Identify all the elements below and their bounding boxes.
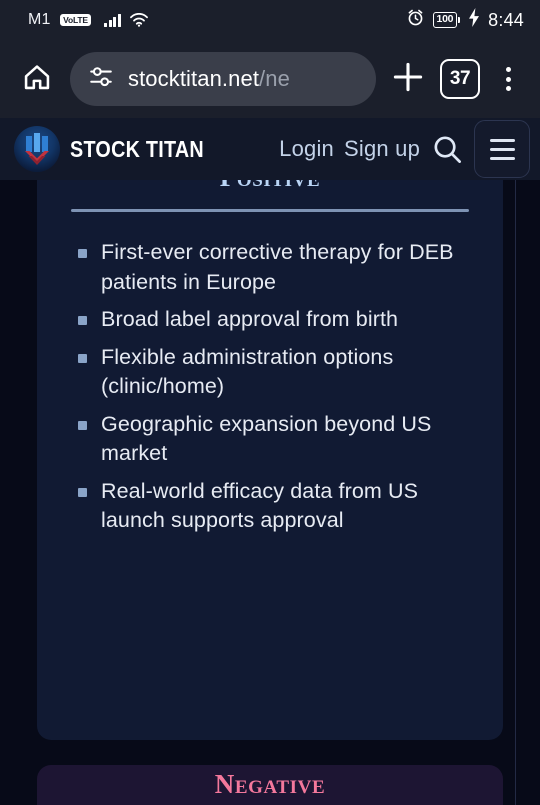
stock-titan-logo-icon[interactable] — [14, 126, 60, 172]
status-bar-right: 100 8:44 — [406, 8, 524, 32]
battery-level-label: 100 — [432, 12, 458, 28]
charging-bolt-icon — [468, 8, 480, 32]
phone-screen: M1 VoLTE 100 8:44 stocktitan.net/ne 37 S… — [0, 0, 540, 805]
battery-indicator: 100 — [432, 12, 461, 28]
list-item: First-ever corrective therapy for DEB pa… — [75, 238, 469, 297]
carrier-label: M1 — [28, 11, 51, 28]
hamburger-menu-icon — [489, 138, 515, 142]
positive-card-title: Positive — [37, 180, 503, 193]
search-button[interactable] — [430, 132, 464, 166]
url-path: /ne — [259, 66, 290, 91]
url-text: stocktitan.net/ne — [128, 66, 290, 92]
signup-link[interactable]: Sign up — [344, 136, 420, 162]
list-item: Real-world efficacy data from US launch … — [75, 477, 469, 536]
list-item: Flexible administration options (clinic/… — [75, 343, 469, 402]
volte-badge: VoLTE — [59, 13, 92, 27]
battery-tip — [458, 16, 461, 23]
status-bar: M1 VoLTE 100 8:44 — [0, 0, 540, 40]
sentiment-card-negative: Negative Launch timeline extends to Q2 2… — [37, 765, 503, 805]
browser-toolbar: stocktitan.net/ne 37 — [0, 40, 540, 118]
url-bar[interactable]: stocktitan.net/ne — [70, 52, 376, 106]
page-scrollbar[interactable] — [515, 180, 516, 805]
list-item: Broad label approval from birth — [75, 305, 469, 335]
wifi-icon — [129, 13, 148, 27]
positive-points-list: First-ever corrective therapy for DEB pa… — [37, 238, 503, 536]
tab-count-label: 37 — [449, 68, 471, 89]
signal-bars-icon — [104, 13, 121, 27]
home-button[interactable] — [14, 56, 60, 102]
site-menu-button[interactable] — [474, 120, 530, 178]
browser-overflow-menu-button[interactable] — [490, 56, 526, 102]
site-header: STOCK TITAN Login Sign up — [0, 118, 540, 180]
sentiment-card-positive: Positive First-ever corrective therapy f… — [37, 180, 503, 740]
positive-card-divider — [71, 209, 469, 212]
new-tab-button[interactable] — [386, 57, 430, 101]
home-icon — [20, 60, 54, 99]
three-dot-menu-icon — [505, 67, 511, 72]
login-link[interactable]: Login — [279, 136, 334, 162]
list-item: Geographic expansion beyond US market — [75, 410, 469, 469]
alarm-clock-icon — [406, 8, 425, 32]
site-brand-label[interactable]: STOCK TITAN — [70, 136, 204, 163]
status-bar-left: M1 VoLTE — [28, 11, 148, 29]
clock-label: 8:44 — [488, 9, 524, 30]
tune-sliders-icon[interactable] — [88, 64, 114, 95]
tab-switcher-button[interactable]: 37 — [440, 59, 480, 99]
url-host: stocktitan.net — [128, 66, 260, 91]
negative-card-title: Negative — [214, 769, 326, 799]
plus-icon — [390, 59, 426, 100]
page-content[interactable]: Positive First-ever corrective therapy f… — [0, 180, 540, 805]
